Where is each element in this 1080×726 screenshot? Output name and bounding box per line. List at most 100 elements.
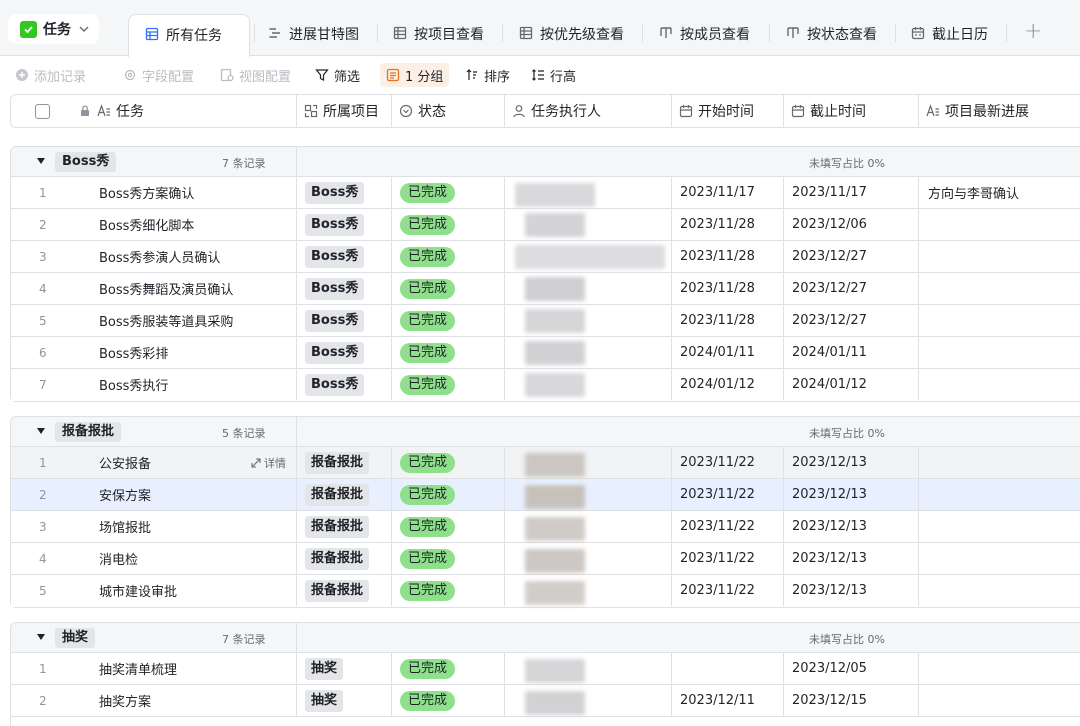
status-cell[interactable]: 已完成	[392, 241, 505, 272]
tab-by-priority[interactable]: 按优先级查看	[519, 14, 624, 56]
group-header[interactable]: 抽奖 7 条记录 未填写占比 0%	[11, 623, 1080, 653]
start-date-cell[interactable]: 2023/11/28	[672, 305, 784, 336]
group-header[interactable]: 报备报批 5 条记录 未填写占比 0%	[11, 417, 1080, 447]
project-cell[interactable]: Boss秀	[297, 305, 392, 336]
progress-cell[interactable]	[919, 543, 1080, 574]
progress-cell[interactable]	[919, 369, 1080, 400]
end-date-cell[interactable]: 2023/12/27	[784, 241, 919, 272]
progress-cell[interactable]	[919, 685, 1080, 716]
progress-cell[interactable]	[919, 305, 1080, 336]
progress-cell[interactable]	[919, 241, 1080, 272]
sort-button[interactable]: 排序	[459, 63, 516, 87]
start-date-cell[interactable]: 2024/01/11	[672, 337, 784, 368]
filter-button[interactable]: 筛选	[309, 63, 366, 87]
end-date-cell[interactable]: 2024/01/11	[784, 337, 919, 368]
progress-cell[interactable]	[919, 209, 1080, 240]
progress-cell[interactable]	[919, 511, 1080, 542]
start-date-cell[interactable]: 2023/11/17	[672, 177, 784, 208]
start-date-cell[interactable]: 2023/11/22	[672, 575, 784, 606]
field-config-button[interactable]: 字段配置	[117, 63, 200, 87]
project-cell[interactable]: Boss秀	[297, 241, 392, 272]
expand-detail-button[interactable]: 详情	[251, 455, 286, 471]
end-date-cell[interactable]: 2023/12/27	[784, 273, 919, 304]
row-height-button[interactable]: 行高	[525, 63, 582, 87]
group-button[interactable]: 1 分组	[380, 63, 450, 87]
status-cell[interactable]: 已完成	[392, 305, 505, 336]
collapse-triangle-icon[interactable]	[37, 158, 45, 164]
task-cell[interactable]: 场馆报批	[71, 511, 297, 542]
start-date-cell[interactable]: 2023/11/22	[672, 543, 784, 574]
status-cell[interactable]: 已完成	[392, 575, 505, 606]
add-record-button[interactable]: 添加记录	[9, 63, 92, 87]
start-date-cell[interactable]: 2024/01/12	[672, 369, 784, 400]
tab-by-project[interactable]: 按项目查看	[393, 14, 484, 56]
end-date-cell[interactable]: 2023/12/06	[784, 209, 919, 240]
project-cell[interactable]: Boss秀	[297, 177, 392, 208]
group-header[interactable]: Boss秀 7 条记录 未填写占比 0%	[11, 147, 1080, 177]
column-header-project[interactable]: 所属项目	[297, 95, 392, 127]
start-date-cell[interactable]: 2023/11/28	[672, 241, 784, 272]
task-cell[interactable]: Boss秀服装等道具采购	[71, 305, 297, 336]
end-date-cell[interactable]: 2023/12/13	[784, 511, 919, 542]
column-header-end[interactable]: 截止时间	[784, 95, 919, 127]
status-cell[interactable]: 已完成	[392, 273, 505, 304]
end-date-cell[interactable]: 2023/12/13	[784, 543, 919, 574]
tab-gantt[interactable]: 进展甘特图	[268, 14, 359, 56]
select-all-checkbox[interactable]	[35, 103, 50, 119]
status-cell[interactable]: 已完成	[392, 511, 505, 542]
status-cell[interactable]: 已完成	[392, 479, 505, 510]
end-date-cell[interactable]: 2023/12/13	[784, 575, 919, 606]
tab-deadline-calendar[interactable]: 截止日历	[911, 14, 988, 56]
project-cell[interactable]: 抽奖	[297, 685, 392, 716]
collapse-triangle-icon[interactable]	[37, 428, 45, 434]
progress-cell[interactable]	[919, 337, 1080, 368]
view-config-button[interactable]: 视图配置	[214, 63, 297, 87]
start-date-cell[interactable]: 2023/11/28	[672, 273, 784, 304]
start-date-cell[interactable]: 2023/11/22	[672, 479, 784, 510]
start-date-cell[interactable]: 2023/11/22	[672, 511, 784, 542]
status-cell[interactable]: 已完成	[392, 177, 505, 208]
progress-cell[interactable]	[919, 273, 1080, 304]
tab-all-tasks[interactable]: 所有任务	[128, 14, 250, 57]
end-date-cell[interactable]: 2023/12/15	[784, 685, 919, 716]
column-header-task[interactable]: 任务	[71, 95, 297, 127]
column-header-progress[interactable]: 项目最新进展	[919, 95, 1080, 127]
project-cell[interactable]: 报备报批	[297, 543, 392, 574]
task-cell[interactable]: 城市建设审批	[71, 575, 297, 606]
progress-cell[interactable]: 方向与李哥确认	[919, 177, 1080, 208]
task-cell[interactable]: Boss秀方案确认	[71, 177, 297, 208]
task-cell[interactable]: Boss秀参演人员确认	[71, 241, 297, 272]
project-cell[interactable]: Boss秀	[297, 273, 392, 304]
collapse-triangle-icon[interactable]	[37, 634, 45, 640]
progress-cell[interactable]	[919, 575, 1080, 606]
start-date-cell[interactable]	[672, 653, 784, 684]
end-date-cell[interactable]: 2023/12/27	[784, 305, 919, 336]
tab-by-status[interactable]: 按状态查看	[786, 14, 877, 56]
project-cell[interactable]: Boss秀	[297, 369, 392, 400]
status-cell[interactable]: 已完成	[392, 543, 505, 574]
start-date-cell[interactable]: 2023/11/22	[672, 447, 784, 478]
project-cell[interactable]: 抽奖	[297, 653, 392, 684]
end-date-cell[interactable]: 2023/11/17	[784, 177, 919, 208]
progress-cell[interactable]	[919, 479, 1080, 510]
progress-cell[interactable]	[919, 653, 1080, 684]
add-view-icon[interactable]: +	[1024, 19, 1042, 44]
column-header-executor[interactable]: 任务执行人	[505, 95, 672, 127]
task-cell[interactable]: 消电检	[71, 543, 297, 574]
end-date-cell[interactable]: 2023/12/05	[784, 653, 919, 684]
end-date-cell[interactable]: 2023/12/13	[784, 447, 919, 478]
project-cell[interactable]: 报备报批	[297, 447, 392, 478]
column-header-status[interactable]: 状态	[392, 95, 505, 127]
table-selector[interactable]: 任务	[8, 14, 99, 44]
tab-by-member[interactable]: 按成员查看	[659, 14, 750, 56]
project-cell[interactable]: 报备报批	[297, 511, 392, 542]
task-cell[interactable]: 抽奖清单梳理	[71, 653, 297, 684]
start-date-cell[interactable]: 2023/12/11	[672, 685, 784, 716]
project-cell[interactable]: 报备报批	[297, 479, 392, 510]
status-cell[interactable]: 已完成	[392, 447, 505, 478]
status-cell[interactable]: 已完成	[392, 369, 505, 400]
status-cell[interactable]: 已完成	[392, 685, 505, 716]
progress-cell[interactable]	[919, 447, 1080, 478]
task-cell[interactable]: Boss秀执行	[71, 369, 297, 400]
start-date-cell[interactable]: 2023/11/28	[672, 209, 784, 240]
